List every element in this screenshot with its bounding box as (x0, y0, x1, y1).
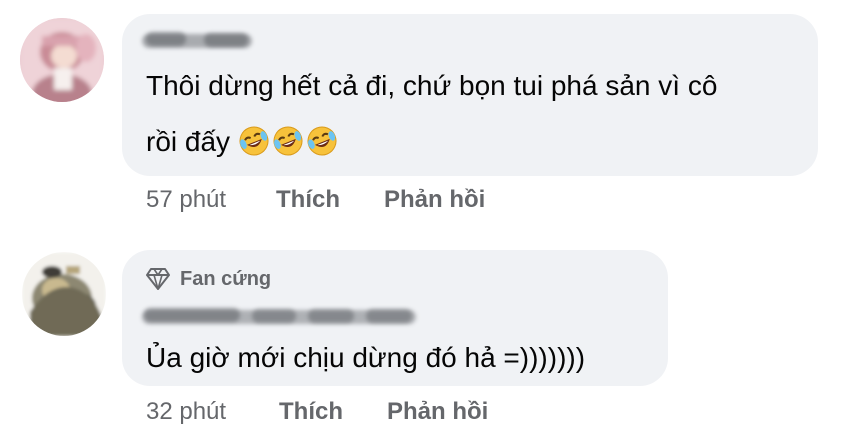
avatar[interactable] (22, 252, 106, 336)
comment-text: Ủa giờ mới chịu dừng đó hả =))))))) (146, 342, 586, 373)
commenter-name-blurred[interactable] (142, 304, 416, 330)
comment-text-line-1: Thôi dừng hết cả đi, chứ bọn tui phá sản… (146, 70, 718, 101)
comment-actions: 32 phút Thích Phản hồi (146, 398, 488, 426)
rolling-laughing-emoji-icon (307, 126, 337, 156)
commenter-name-blurred[interactable] (142, 30, 252, 52)
comment-text-line-2: rồi đấy (146, 116, 340, 168)
comment-timestamp[interactable]: 57 phút (146, 186, 276, 214)
emoji-group (230, 126, 340, 157)
comment-actions: 57 phút Thích Phản hồi (146, 186, 485, 214)
like-button[interactable]: Thích (279, 398, 387, 426)
rolling-laughing-emoji-icon (273, 126, 303, 156)
comment-timestamp[interactable]: 32 phút (146, 398, 279, 426)
diamond-icon (146, 268, 170, 290)
reply-button[interactable]: Phản hồi (384, 186, 485, 214)
reply-button[interactable]: Phản hồi (387, 398, 488, 426)
avatar[interactable] (20, 18, 104, 102)
fan-badge[interactable]: Fan cứng (146, 266, 271, 292)
like-button[interactable]: Thích (276, 186, 384, 214)
comment-text-line-2-text: rồi đấy (146, 126, 231, 157)
fan-badge-label: Fan cứng (180, 267, 272, 290)
rolling-laughing-emoji-icon (239, 126, 269, 156)
comment-thread: Thôi dừng hết cả đi, chứ bọn tui phá sản… (0, 0, 860, 436)
